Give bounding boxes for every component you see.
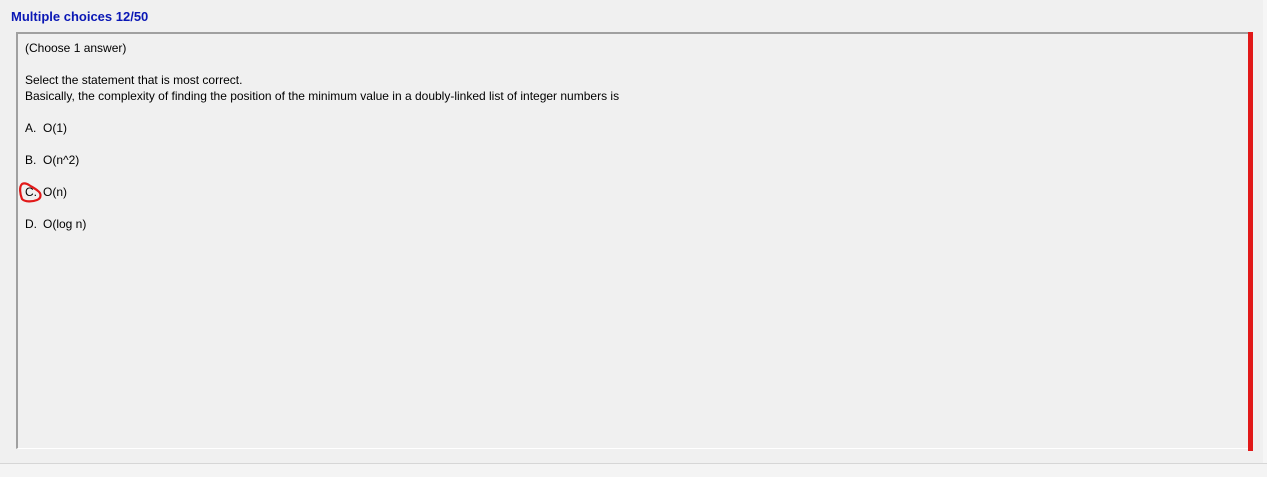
option-d[interactable]: D. O(log n) — [25, 216, 86, 232]
page-title: Multiple choices 12/50 — [11, 9, 149, 24]
status-accent-bar — [1248, 32, 1253, 451]
window-right-edge — [1263, 0, 1267, 477]
option-letter: A. — [25, 121, 37, 135]
option-text: O(log n) — [43, 217, 87, 231]
option-b[interactable]: B. O(n^2) — [25, 152, 79, 168]
option-letter: D. — [25, 217, 37, 231]
question-prompt-line-2: Basically, the complexity of finding the… — [25, 89, 620, 103]
question-prompt-line-1: Select the statement that is most correc… — [25, 73, 243, 87]
option-text: O(1) — [43, 121, 67, 135]
bottom-strip — [0, 464, 1267, 477]
option-c[interactable]: C. O(n) — [25, 184, 67, 200]
option-text: O(n) — [43, 185, 67, 199]
option-letter: B. — [25, 153, 37, 167]
answer-instruction: (Choose 1 answer) — [25, 41, 127, 55]
option-letter: C. — [25, 185, 37, 199]
option-text: O(n^2) — [43, 153, 80, 167]
option-a[interactable]: A. O(1) — [25, 120, 67, 136]
